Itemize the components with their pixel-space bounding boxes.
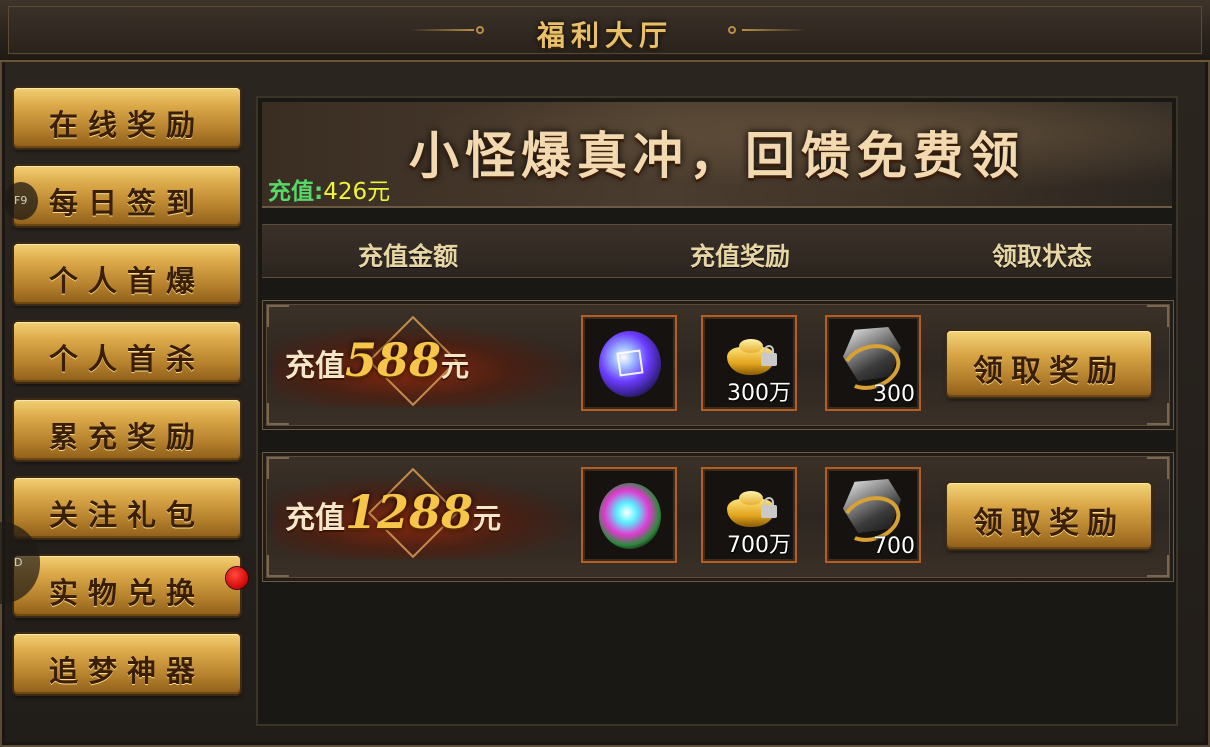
sidebar-item-follow-gift[interactable]: 关注礼包 [14, 478, 240, 538]
recharge-value: 426元 [323, 179, 391, 205]
header-recharge-reward: 充值奖励 [690, 242, 791, 271]
reward-slot[interactable]: 700万 [701, 467, 797, 563]
title-bar: 福利大厅 [0, 0, 1210, 62]
reward-count: 700 [873, 534, 915, 559]
purple-orb-icon [599, 331, 661, 397]
reward-slot[interactable]: 300万 [701, 315, 797, 411]
sidebar-item-personal-first-drop[interactable]: 个人首爆 [14, 244, 240, 304]
main-panel: 小怪爆真冲，回馈免费领 充值:426元 充值金额 充值奖励 领取状态 充值588… [256, 96, 1178, 726]
reward-count: 300万 [727, 381, 791, 406]
sidebar-item-label: 个人首爆 [48, 264, 205, 298]
reward-slot[interactable]: 700 [825, 467, 921, 563]
claim-reward-button[interactable]: 领取奖励 [947, 331, 1151, 397]
hotkey-f9-badge[interactable]: F9 [4, 182, 38, 220]
header-claim-status: 领取状态 [992, 242, 1093, 271]
rainbow-orb-icon [599, 483, 661, 549]
recharge-label: 充值: [268, 179, 324, 205]
lock-icon [761, 345, 777, 366]
reward-count: 700万 [727, 533, 791, 558]
sidebar-item-physical-exchange[interactable]: 实物兑换 [14, 556, 240, 616]
reward-slot[interactable] [581, 467, 677, 563]
sidebar-item-online-reward[interactable]: 在线奖励 [14, 88, 240, 148]
sidebar-item-label: 在线奖励 [48, 108, 205, 142]
notification-dot [226, 567, 248, 589]
sidebar-item-daily-checkin[interactable]: 每日签到 [14, 166, 240, 226]
sidebar-item-label: 追梦神器 [48, 654, 205, 688]
sidebar-item-label: 累充奖励 [48, 420, 205, 454]
window-title: 福利大厅 [536, 19, 673, 52]
reward-row: 充值1288元 700万 700 领取奖励 [262, 452, 1174, 582]
promo-banner: 小怪爆真冲，回馈免费领 充值:426元 [262, 102, 1172, 208]
sidebar-item-label: 关注礼包 [48, 498, 205, 532]
reward-slot[interactable] [581, 315, 677, 411]
sidebar-item-label: 每日签到 [48, 186, 205, 220]
sidebar: 在线奖励 每日签到 个人首爆 个人首杀 累充奖励 关注礼包 实物兑换 追梦神器 [14, 88, 246, 712]
banner-slogan: 小怪爆真冲，回馈免费领 [409, 126, 1025, 185]
recharge-tier-amount: 充值1288元 [285, 485, 502, 539]
reward-count: 300 [873, 382, 915, 407]
recharge-tier-amount: 充值588元 [285, 333, 470, 387]
sidebar-item-personal-first-kill[interactable]: 个人首杀 [14, 322, 240, 382]
reward-row: 充值588元 300万 300 领取奖励 [262, 300, 1174, 430]
sidebar-item-label: 实物兑换 [48, 576, 205, 610]
lock-icon [761, 497, 777, 518]
recharge-total: 充值:426元 [268, 172, 390, 206]
claim-reward-button[interactable]: 领取奖励 [947, 483, 1151, 549]
sidebar-item-label: 个人首杀 [48, 342, 205, 376]
sidebar-item-dream-artifact[interactable]: 追梦神器 [14, 634, 240, 694]
table-header: 充值金额 充值奖励 领取状态 [262, 224, 1172, 278]
sidebar-item-cumulative-recharge[interactable]: 累充奖励 [14, 400, 240, 460]
reward-slot[interactable]: 300 [825, 315, 921, 411]
header-recharge-amount: 充值金额 [358, 242, 459, 271]
title-ornament-right [726, 26, 806, 34]
